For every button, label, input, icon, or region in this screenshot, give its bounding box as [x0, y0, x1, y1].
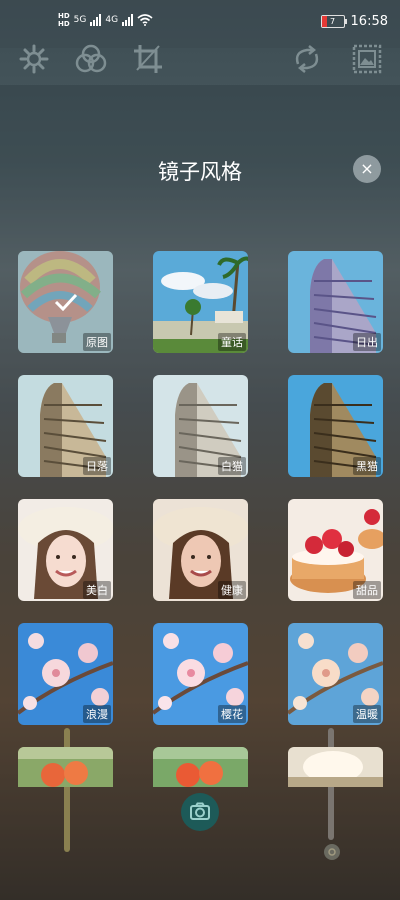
filter-thumb-sakura[interactable]: 樱花	[153, 623, 248, 725]
signal-icon	[122, 14, 134, 26]
wifi-icon	[137, 14, 153, 26]
status-indicators: HD HD 5G 4G	[58, 12, 153, 28]
clock: 16:58	[350, 14, 388, 29]
filter-thumb-row5-3[interactable]	[288, 747, 383, 787]
filter-label: 浪漫	[83, 705, 111, 723]
close-button[interactable]: ×	[353, 155, 381, 183]
hd-badges: HD HD	[58, 12, 70, 28]
filter-label: 健康	[218, 581, 246, 599]
filter-thumb-black-cat[interactable]: 黑猫	[288, 375, 383, 477]
filter-thumb-fairytale[interactable]: 童话	[153, 251, 248, 353]
filter-thumb-whitening[interactable]: 美白	[18, 499, 113, 601]
camera-icon	[190, 802, 210, 820]
status-bar: HD HD 5G 4G 7 16:58	[0, 0, 400, 48]
bright-sky-image	[288, 747, 383, 787]
selected-check-icon	[54, 293, 78, 311]
battery-icon: 7	[320, 15, 347, 28]
filter-thumb-original[interactable]: 原图	[18, 251, 113, 353]
filter-thumb-row5-2[interactable]	[153, 747, 248, 787]
filter-label: 日出	[353, 333, 381, 351]
filter-thumb-dessert[interactable]: 甜品	[288, 499, 383, 601]
filter-label: 樱花	[218, 705, 246, 723]
filter-label: 甜品	[353, 581, 381, 599]
panel-title: 镜子风格	[158, 160, 242, 184]
close-icon: ×	[360, 159, 374, 178]
filter-label: 原图	[83, 333, 111, 351]
filter-thumb-healthy[interactable]: 健康	[153, 499, 248, 601]
small-gear-icon[interactable]	[322, 842, 342, 862]
filter-label: 日落	[83, 457, 111, 475]
tulip-image	[153, 747, 248, 787]
signal-icon	[90, 14, 102, 26]
gear-icon[interactable]	[17, 42, 51, 76]
rotate-icon[interactable]	[290, 42, 324, 76]
filter-label: 黑猫	[353, 457, 381, 475]
network-5g-label: 5G	[73, 15, 87, 25]
filter-thumb-warm[interactable]: 温暖	[288, 623, 383, 725]
battery-level: 7	[329, 17, 336, 26]
crop-icon[interactable]	[131, 42, 165, 76]
filter-label: 童话	[218, 333, 246, 351]
hd-label: HD	[58, 12, 70, 20]
camera-shutter-button[interactable]	[181, 793, 219, 831]
filter-label: 美白	[83, 581, 111, 599]
filter-label: 温暖	[353, 705, 381, 723]
filter-thumb-sunset[interactable]: 日落	[18, 375, 113, 477]
filter-label: 白猫	[218, 457, 246, 475]
filter-thumb-row5-1[interactable]	[18, 747, 113, 787]
tulip-image	[18, 747, 113, 787]
hd-label: HD	[58, 20, 70, 28]
filter-thumb-sunrise[interactable]: 日出	[288, 251, 383, 353]
filter-thumb-white-cat[interactable]: 白猫	[153, 375, 248, 477]
filter-thumb-romantic[interactable]: 浪漫	[18, 623, 113, 725]
filter-icon[interactable]	[74, 42, 108, 76]
network-4g-label: 4G	[105, 15, 119, 25]
status-right: 7 16:58	[320, 14, 388, 29]
picture-frame-icon[interactable]	[350, 42, 384, 76]
